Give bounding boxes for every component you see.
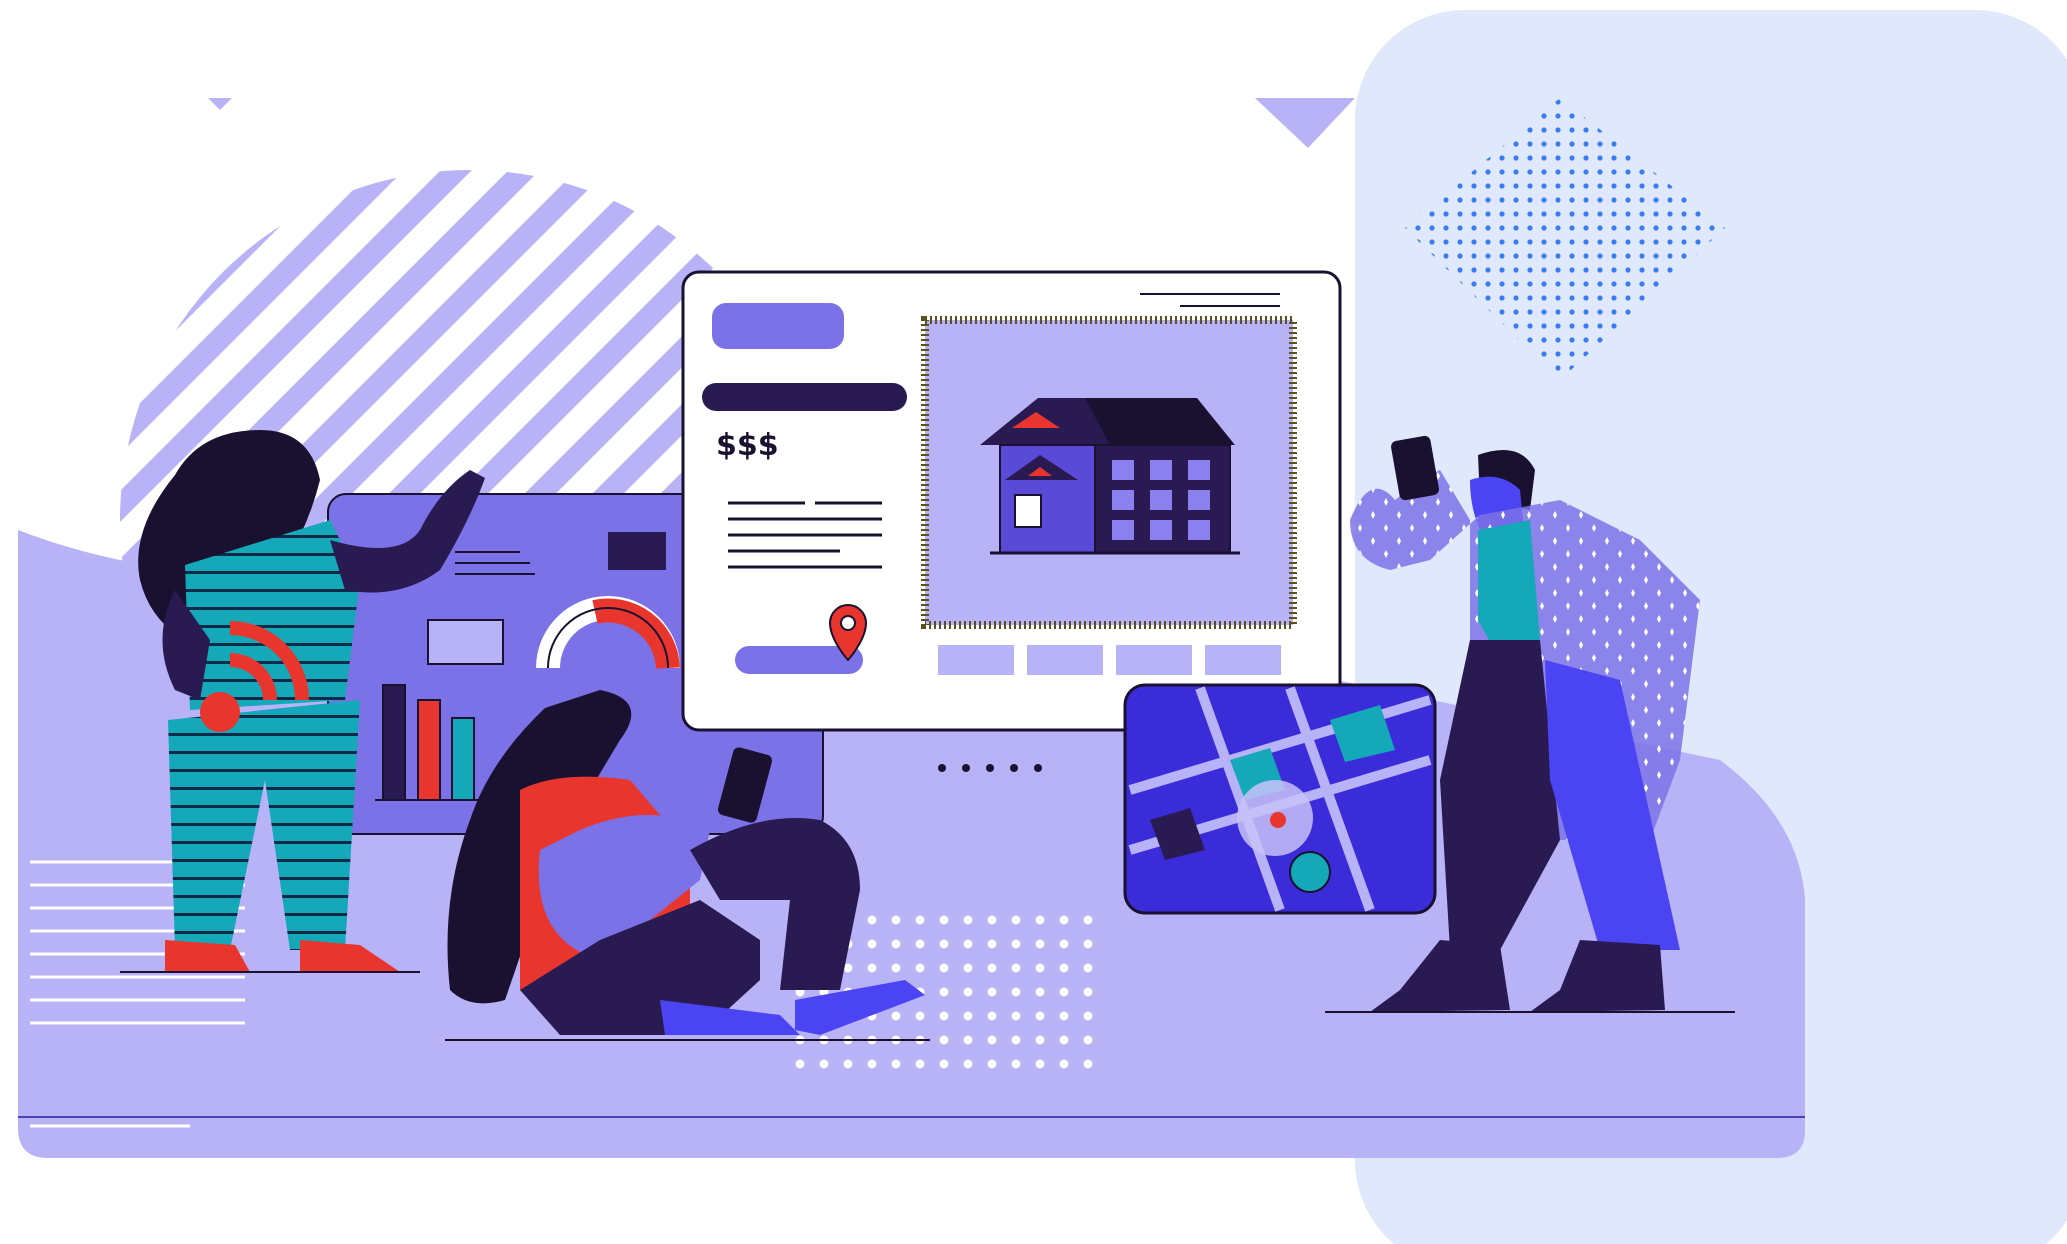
listing-card[interactable]: $$$ [681,270,1342,732]
price-label: $$$ [716,428,779,463]
house-icon [980,398,1240,555]
map-card[interactable] [1123,683,1437,915]
triangle-decor-left [208,98,232,110]
listing-title-bar [702,383,907,411]
listing-tag [712,303,844,349]
triangle-decor-right [1255,98,1355,148]
real-estate-illustration: $$$ [18,10,2067,1244]
